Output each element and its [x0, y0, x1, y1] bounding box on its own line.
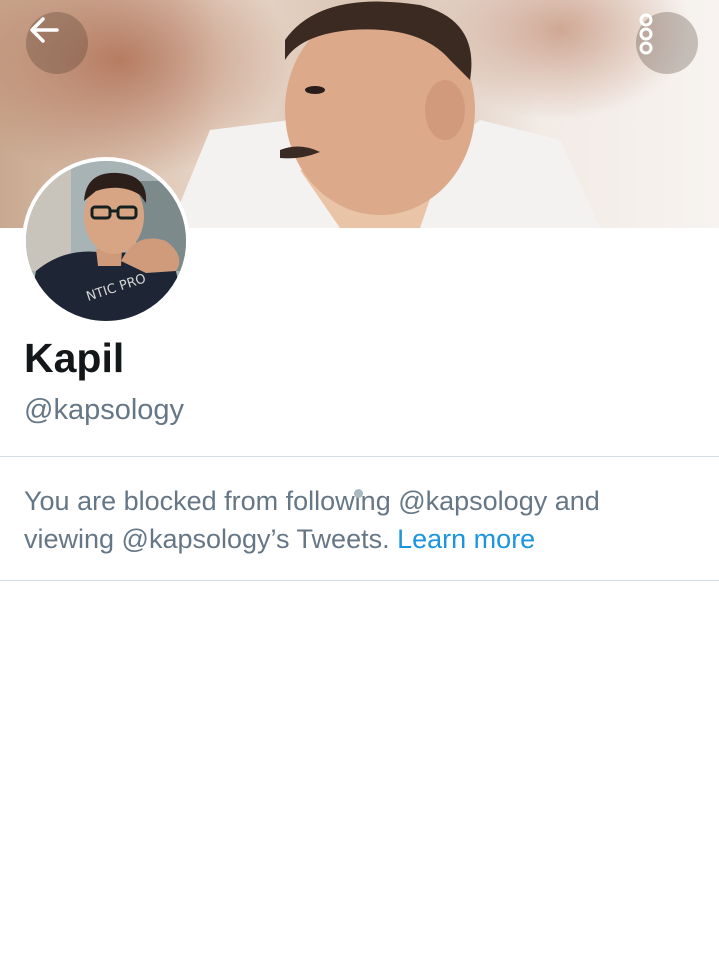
profile-avatar-frame[interactable]: NTIC PRO	[22, 157, 190, 325]
scroll-indicator	[354, 489, 363, 498]
user-handle: @kapsology	[24, 394, 185, 426]
learn-more-link[interactable]: Learn more	[397, 524, 535, 554]
display-name: Kapil	[24, 335, 125, 381]
divider	[0, 580, 719, 581]
avatar: NTIC PRO	[26, 161, 186, 321]
more-options-button[interactable]	[636, 12, 698, 74]
divider	[0, 456, 719, 457]
back-button[interactable]	[26, 12, 88, 74]
